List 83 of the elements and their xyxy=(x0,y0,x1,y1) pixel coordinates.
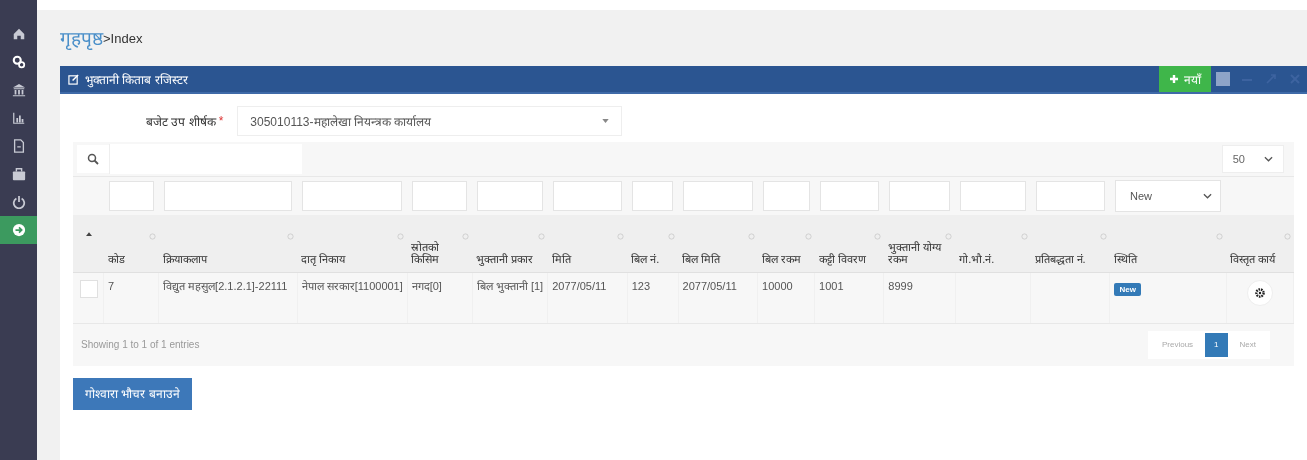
column-header[interactable]: प्रतिबद्धता नं. xyxy=(1034,253,1086,266)
caret-icon xyxy=(602,119,610,123)
column-header[interactable]: कोड xyxy=(107,253,125,266)
row-checkbox[interactable] xyxy=(80,280,98,298)
column-header[interactable]: बिल रकम xyxy=(761,253,801,266)
column-header[interactable]: गो.भौ.नं. xyxy=(959,253,995,266)
sort-icon[interactable] xyxy=(1020,233,1028,240)
filter-field[interactable] xyxy=(888,180,951,211)
budget-select[interactable]: 305010113-महालेखा नियन्त्रक कार्यालय xyxy=(237,106,623,136)
column-header[interactable]: भुक्तानी प्रकार xyxy=(476,253,534,266)
chevron-icon xyxy=(1203,192,1213,199)
column-header[interactable]: कट्टी विवरण xyxy=(818,253,866,266)
sort-icon[interactable] xyxy=(1100,233,1107,240)
sort-icon[interactable] xyxy=(462,233,470,240)
sort-icon[interactable] xyxy=(617,233,625,240)
briefcase-icon xyxy=(11,167,26,181)
column-header[interactable]: बिल नं. xyxy=(631,253,660,266)
gear-icon xyxy=(1254,287,1267,299)
sort-icon[interactable] xyxy=(397,233,405,240)
table-cell: 8999 xyxy=(888,280,913,292)
table-cell: 10000 xyxy=(762,280,793,292)
filter-field[interactable] xyxy=(163,180,293,211)
table-cell: बिल भुक्तानी [1] xyxy=(476,280,544,292)
sort-ascending-icon[interactable] xyxy=(85,232,92,236)
sort-icon[interactable] xyxy=(537,233,545,240)
page-length-select[interactable]: 50 xyxy=(1222,145,1284,173)
gears-icon xyxy=(11,55,26,69)
panel-title: भुक्तानी किताब रजिस्टर xyxy=(85,71,188,88)
arrow-circle-icon xyxy=(11,223,26,237)
chevron-icon xyxy=(1264,156,1274,162)
filter-field[interactable] xyxy=(302,180,403,211)
column-header[interactable]: दातृ निकाय xyxy=(301,253,346,266)
status-badge: New xyxy=(1114,283,1141,296)
filter-field[interactable] xyxy=(412,180,468,211)
table-cell: 2077/05/11 xyxy=(552,280,607,292)
sort-icon[interactable] xyxy=(668,233,676,240)
column-header[interactable]: विस्तृत कार्य xyxy=(1230,253,1276,266)
sort-icon[interactable] xyxy=(1216,233,1224,240)
column-header[interactable]: मिति xyxy=(551,253,571,266)
column-header[interactable]: बिल मिति xyxy=(682,253,721,266)
sort-icon[interactable] xyxy=(747,233,755,240)
filter-field[interactable] xyxy=(762,180,810,211)
power-icon xyxy=(11,195,26,209)
settings-button[interactable] xyxy=(1247,280,1274,306)
table-cell: विद्युत महसुल[2.1.2.1]-22111 xyxy=(163,280,288,292)
edit-icon xyxy=(68,73,79,85)
table-cell: 1001 xyxy=(819,280,844,292)
voucher-button[interactable]: गोश्वारा भौचर बनाउने xyxy=(73,377,192,410)
sort-icon[interactable] xyxy=(1283,233,1291,240)
column-header[interactable]: क्रियाकलाप xyxy=(162,253,207,266)
filter-select[interactable]: New xyxy=(1115,179,1222,212)
search-icon xyxy=(87,153,99,165)
breadcrumb-current: >Index xyxy=(103,30,143,46)
filter-field[interactable] xyxy=(632,180,674,211)
document-icon xyxy=(11,139,26,153)
filter-field[interactable] xyxy=(108,180,154,211)
table-cell: 2077/05/11 xyxy=(682,280,737,292)
filter-field[interactable] xyxy=(819,180,879,211)
bank-icon xyxy=(11,83,26,97)
table-info: Showing 1 to 1 of 1 entries xyxy=(81,339,200,350)
filter-field[interactable] xyxy=(477,180,543,211)
home-icon xyxy=(11,27,26,41)
sort-icon[interactable] xyxy=(873,233,881,240)
table-cell: 123 xyxy=(631,280,650,292)
page-button[interactable]: 1 xyxy=(1205,332,1228,357)
column-header[interactable]: स्थिति xyxy=(1114,253,1137,266)
required-mark: * xyxy=(218,114,224,128)
plus-icon xyxy=(1169,74,1179,84)
search-field[interactable] xyxy=(77,145,302,173)
filter-field[interactable] xyxy=(683,180,753,211)
budget-label: बजेट उप शीर्षक xyxy=(146,113,216,130)
square-icon[interactable] xyxy=(1216,72,1230,86)
sort-icon[interactable] xyxy=(148,233,156,240)
table-cell: 7 xyxy=(108,280,115,292)
table-cell: नेपाल सरकार[1100001] xyxy=(301,280,403,292)
bar-chart-icon xyxy=(11,111,26,125)
filter-field[interactable] xyxy=(552,180,623,211)
filter-field[interactable] xyxy=(1035,180,1105,211)
sort-icon[interactable] xyxy=(804,233,812,240)
sort-icon[interactable] xyxy=(945,233,953,240)
filter-field[interactable] xyxy=(960,180,1026,211)
table-cell: नगद[0] xyxy=(411,280,442,292)
sort-icon[interactable] xyxy=(287,233,295,240)
